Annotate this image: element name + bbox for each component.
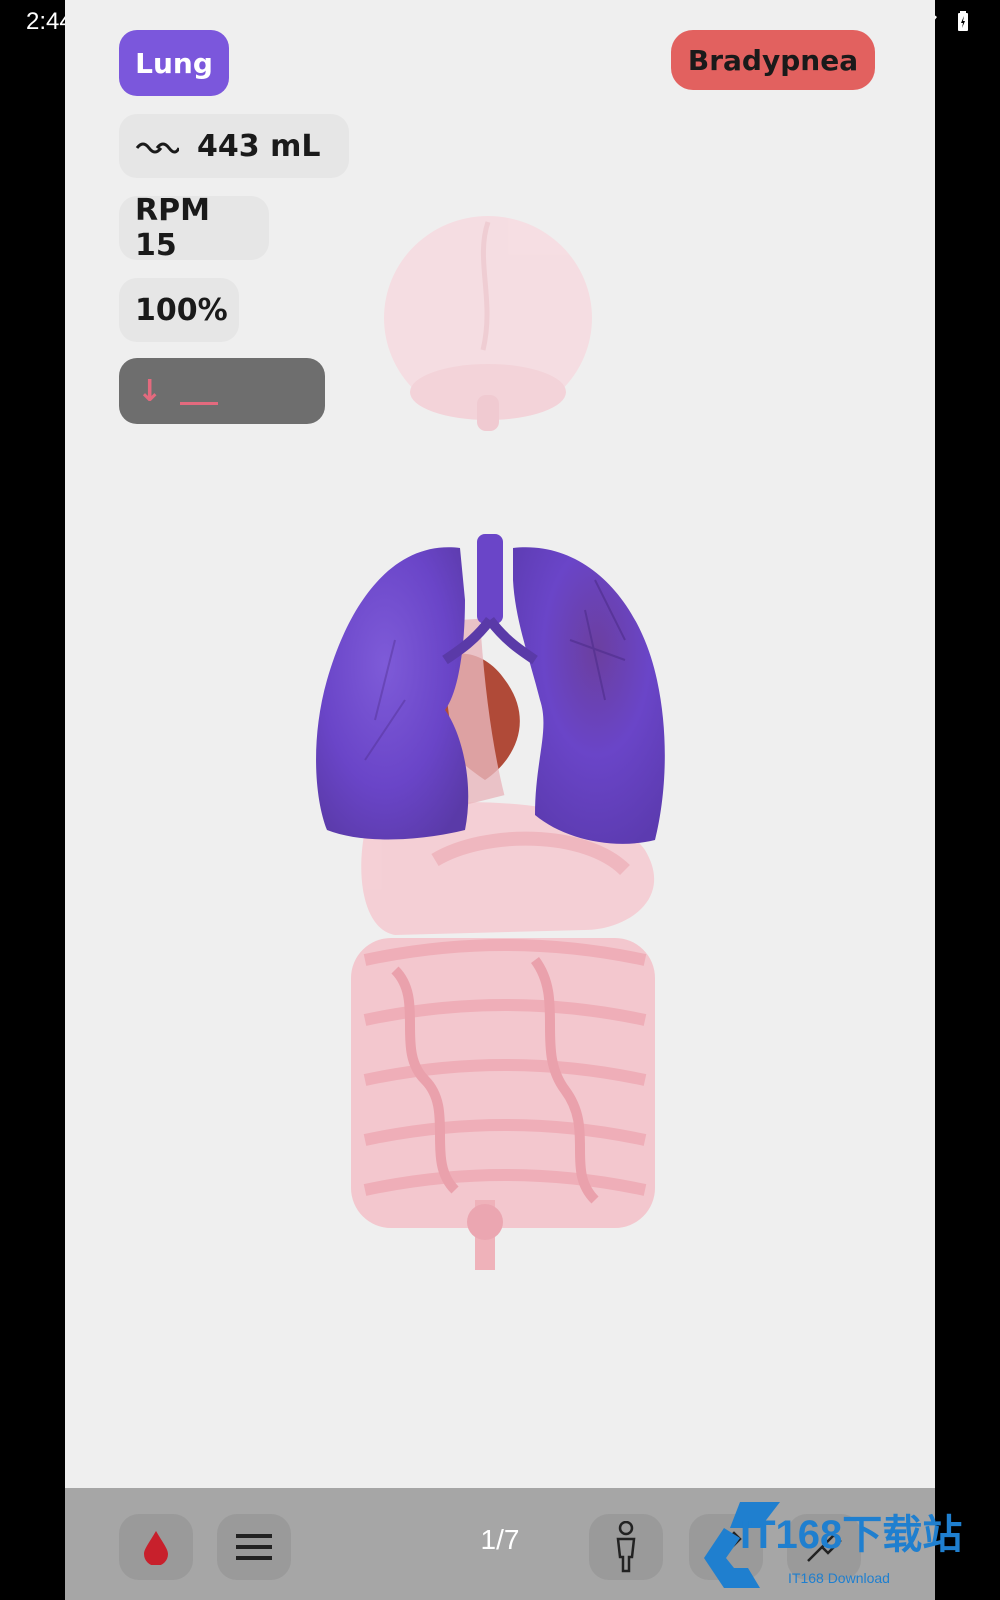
menu-icon: [236, 1534, 272, 1560]
watermark: IT168下载站 IT168 Download: [700, 1498, 1000, 1600]
percent-chip: 100%: [119, 278, 239, 342]
rate-chip: RPM 15: [119, 193, 269, 263]
trend-line: [180, 401, 219, 405]
page-indicator: 1/7: [480, 1524, 520, 1555]
body-button[interactable]: [589, 1514, 663, 1580]
organ-mode-chip[interactable]: Lung: [119, 30, 229, 96]
brain-organ: [384, 216, 592, 431]
menu-button[interactable]: [217, 1514, 291, 1580]
status-badge: Bradypnea: [671, 30, 875, 90]
battery-icon: [958, 11, 968, 31]
watermark-subtitle: IT168 Download: [788, 1570, 890, 1586]
blood-drop-icon: [144, 1531, 168, 1565]
digestive-organs: [351, 802, 655, 1270]
organ-mode-label: Lung: [135, 46, 213, 80]
volume-chip: 443 mL: [119, 114, 349, 178]
body-icon: [616, 1521, 636, 1573]
status-badge-label: Bradypnea: [687, 43, 859, 77]
app-screen: Lung Bradypnea 443 mL RPM 15 100% ↓ 1/7: [65, 0, 935, 1600]
rate-value: RPM 15: [135, 193, 210, 263]
blood-button[interactable]: [119, 1514, 193, 1580]
percent-value: 100%: [135, 292, 228, 328]
arrow-down-icon: ↓: [137, 373, 163, 409]
watermark-title: IT168下载站: [740, 1513, 963, 1557]
wave-icon: [135, 142, 179, 154]
trend-chip: ↓: [119, 358, 325, 424]
volume-value: 443 mL: [197, 128, 321, 164]
